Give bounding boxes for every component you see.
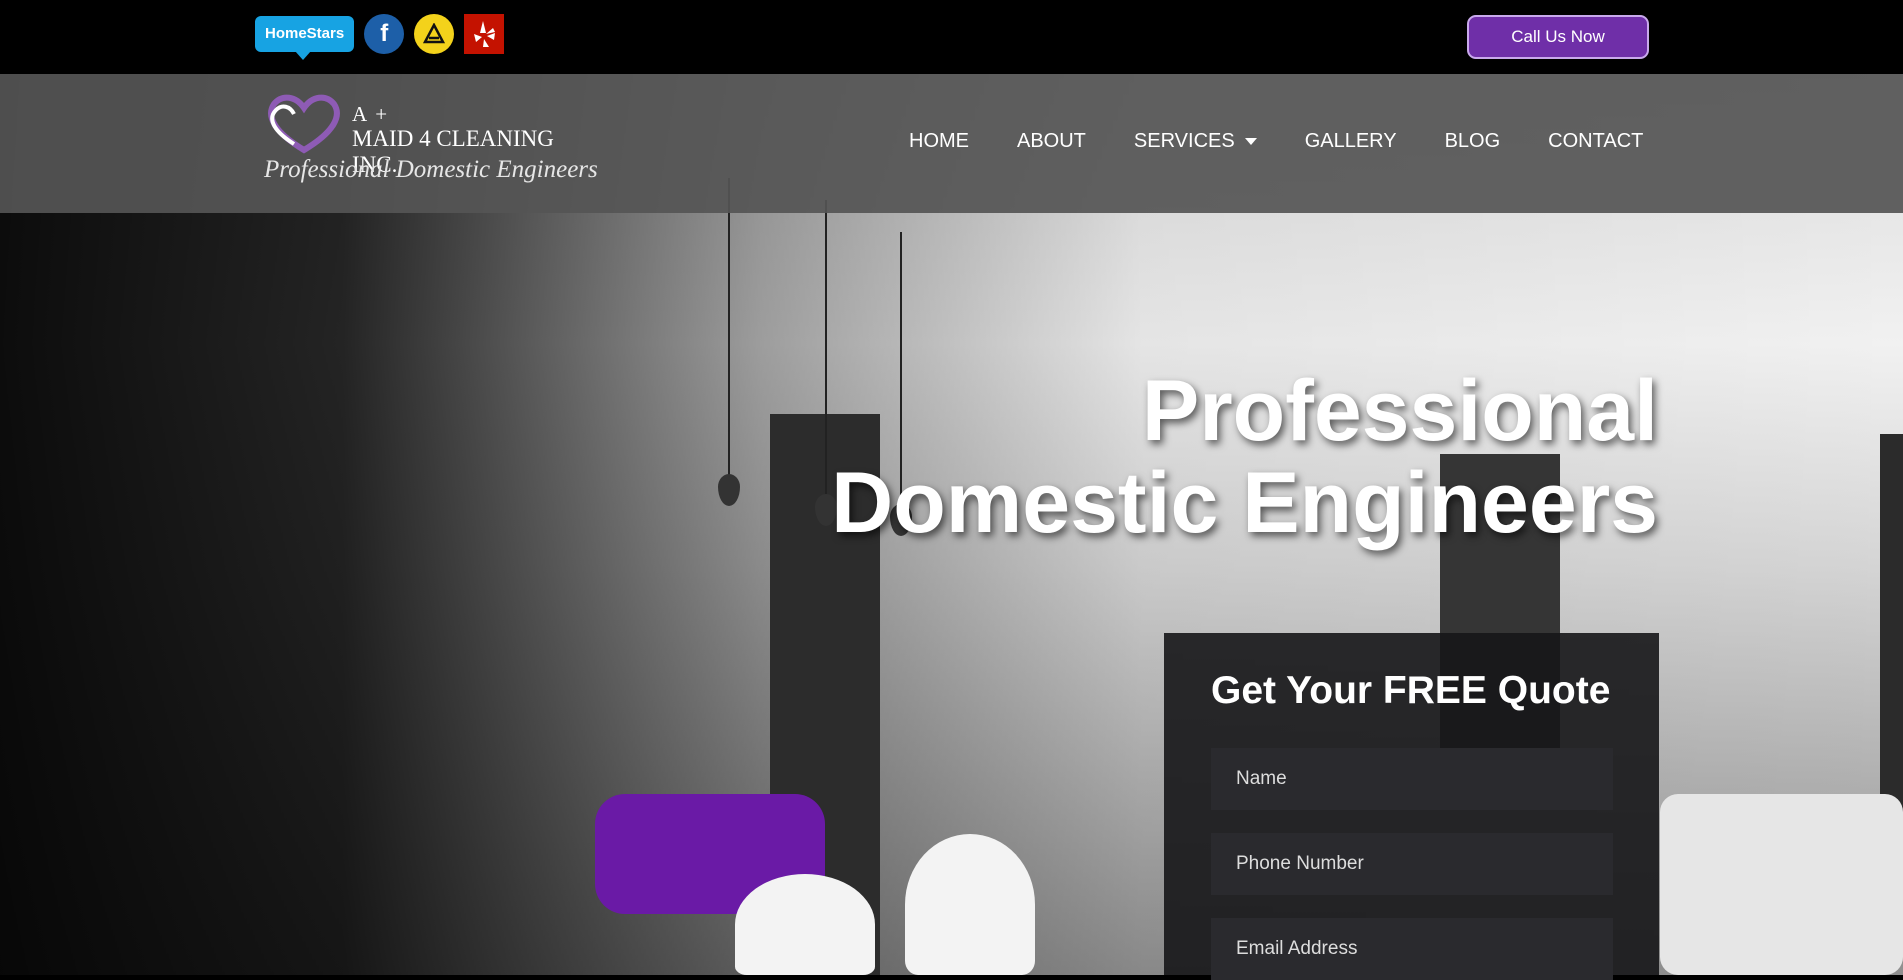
logo-line-1: A + (352, 102, 390, 126)
facebook-icon[interactable]: f (364, 14, 405, 54)
yellowpages-icon[interactable] (414, 14, 455, 54)
top-bar: HomeStars f Call Us Now (0, 0, 1903, 74)
pendant-wire (825, 200, 827, 500)
quote-form-heading: Get Your FREE Quote (1211, 669, 1611, 712)
curtain (1880, 434, 1903, 834)
nav-services-label: SERVICES (1133, 130, 1235, 152)
nav-about[interactable]: ABOUT (1017, 130, 1086, 153)
pendant-wire (728, 178, 730, 478)
site-logo[interactable]: A + MAID 4 CLEANING INC. Professional Do… (264, 92, 598, 192)
email-field[interactable] (1211, 918, 1613, 980)
pendant-lamp (718, 474, 740, 506)
main-nav: HOME ABOUT SERVICES GALLERY BLOG CONTACT (909, 130, 1643, 153)
nav-gallery[interactable]: GALLERY (1305, 130, 1397, 153)
quote-form: Get Your FREE Quote (1164, 633, 1659, 980)
hero-title: Professional Domestic Engineers (831, 365, 1658, 549)
call-us-now-button[interactable]: Call Us Now (1467, 15, 1649, 59)
social-links: HomeStars f (255, 14, 505, 60)
bar-stool (735, 874, 875, 975)
heart-logo-icon (268, 94, 340, 154)
name-field[interactable] (1211, 748, 1613, 810)
chevron-down-icon (1244, 138, 1257, 145)
nav-home[interactable]: HOME (909, 130, 969, 153)
nav-contact[interactable]: CONTACT (1548, 130, 1643, 153)
yelp-icon[interactable] (464, 14, 505, 54)
nav-blog[interactable]: BLOG (1445, 130, 1501, 153)
hero-title-line-1: Professional (1141, 363, 1658, 459)
homestars-icon[interactable]: HomeStars (255, 16, 355, 60)
nav-services[interactable]: SERVICES (1134, 130, 1257, 153)
logo-tagline: Professional Domestic Engineers (264, 156, 598, 183)
hero-title-line-2: Domestic Engineers (831, 455, 1658, 551)
phone-field[interactable] (1211, 833, 1613, 895)
bar-stool (905, 834, 1035, 975)
white-sofa (1660, 794, 1903, 975)
